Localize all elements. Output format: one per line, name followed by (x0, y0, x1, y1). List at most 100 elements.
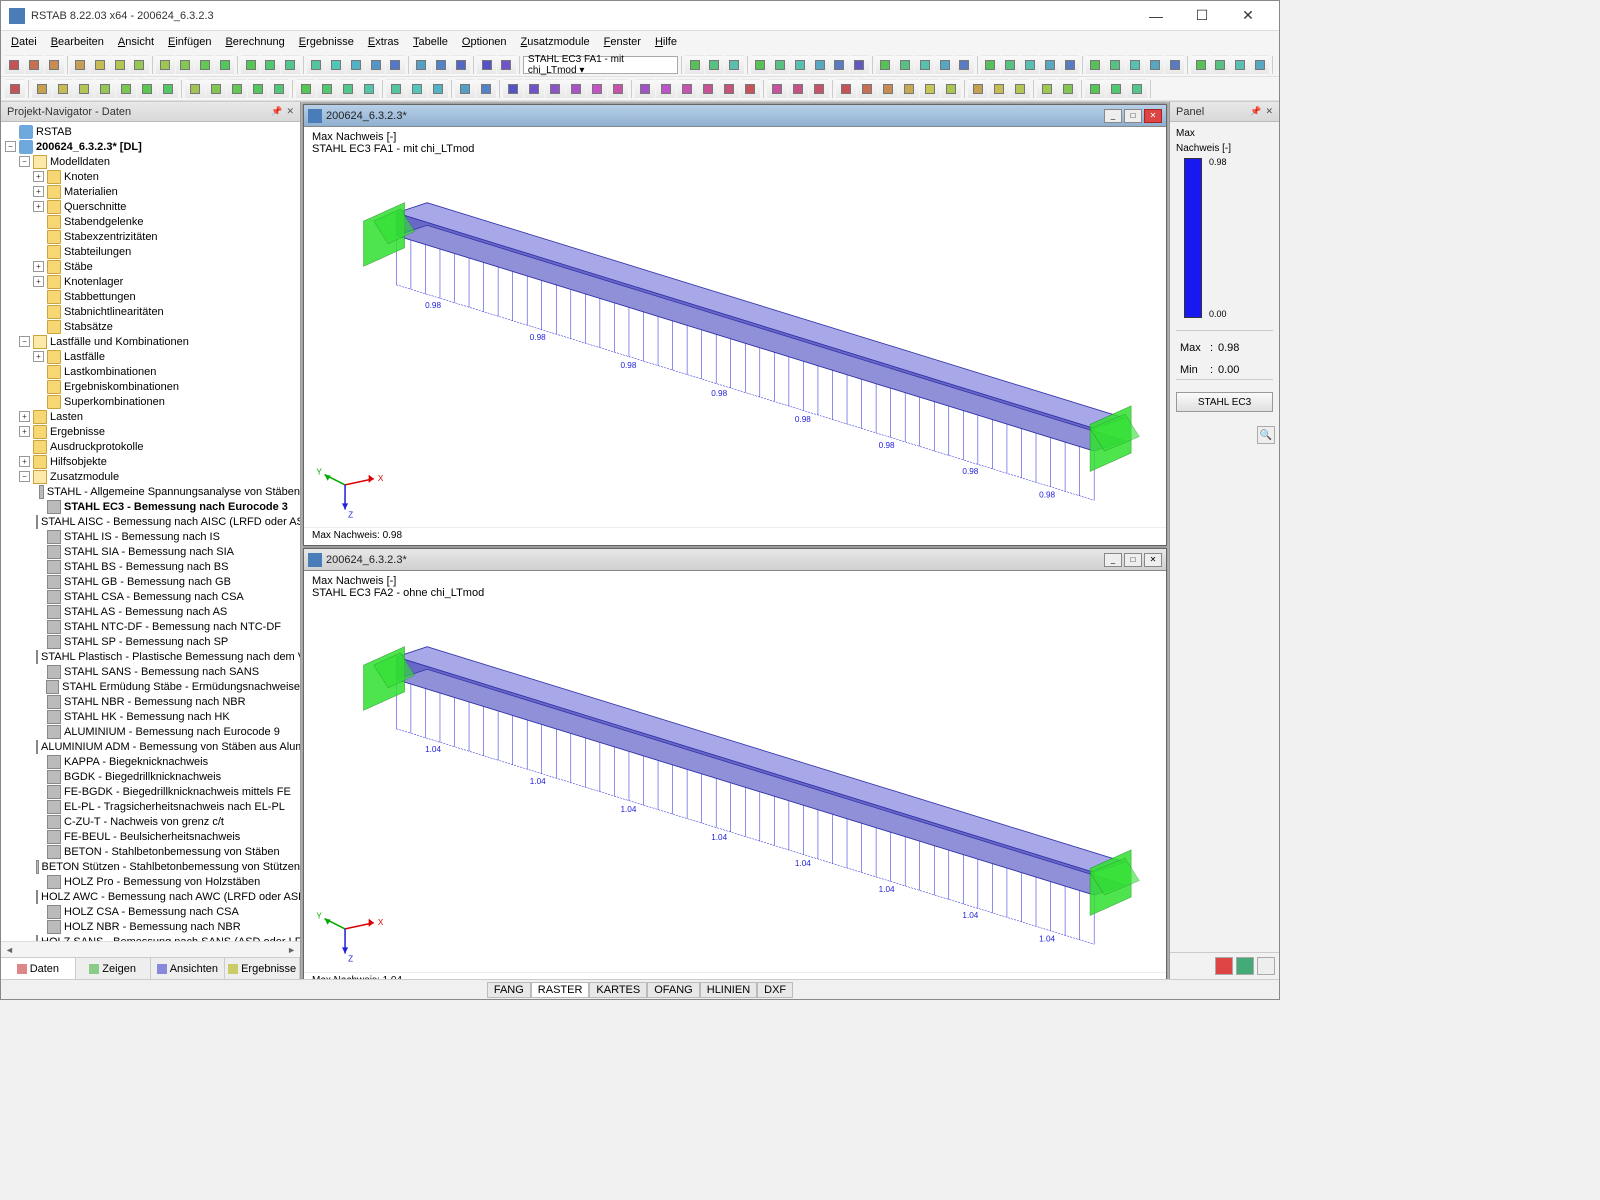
nav-tab-daten[interactable]: Daten (1, 958, 76, 979)
toolbar-button[interactable] (476, 79, 496, 99)
tree-node[interactable]: −200624_6.3.2.3* [DL] (1, 139, 300, 154)
3d-canvas[interactable]: 0.980.980.980.980.980.980.980.98XYZ (304, 155, 1166, 527)
tree-node[interactable]: Stabbettungen (1, 289, 300, 304)
toolbar-button[interactable] (1191, 55, 1210, 75)
tree-node[interactable]: Ausdruckprotokolle (1, 439, 300, 454)
toolbar-button[interactable] (428, 79, 448, 99)
tree-node[interactable]: Ergebniskombinationen (1, 379, 300, 394)
toolbar-button[interactable] (296, 79, 316, 99)
3d-canvas[interactable]: 1.041.041.041.041.041.041.041.04XYZ (304, 599, 1166, 971)
menu-fenster[interactable]: Fenster (598, 34, 647, 50)
view-close-button[interactable]: ✕ (1144, 553, 1162, 567)
tree-node[interactable]: Stabendgelenke (1, 214, 300, 229)
toolbar-button[interactable] (366, 55, 385, 75)
toolbar-button[interactable] (981, 55, 1000, 75)
tree-node[interactable]: +Querschnitte (1, 199, 300, 214)
tree-node[interactable]: STAHL BS - Bemessung nach BS (1, 559, 300, 574)
toolbar-button[interactable] (176, 55, 195, 75)
toolbar-button[interactable] (915, 55, 934, 75)
tree-node[interactable]: STAHL HK - Bemessung nach HK (1, 709, 300, 724)
toolbar-button[interactable] (857, 79, 877, 99)
toolbar-button[interactable] (920, 79, 940, 99)
toolbar-button[interactable] (95, 79, 115, 99)
toolbar-button[interactable] (1211, 55, 1230, 75)
menu-datei[interactable]: Datei (5, 34, 43, 50)
toolbar-button[interactable] (1040, 55, 1059, 75)
tree-node[interactable]: +Knotenlager (1, 274, 300, 289)
tree-node[interactable]: FE-BEUL - Beulsicherheitsnachweis (1, 829, 300, 844)
toolbar-button[interactable] (1085, 79, 1105, 99)
toolbar-button[interactable] (432, 55, 451, 75)
tree-node[interactable]: −Lastfälle und Kombinationen (1, 334, 300, 349)
navigator-tree[interactable]: RSTAB−200624_6.3.2.3* [DL]−Modelldaten+K… (1, 122, 300, 941)
tree-node[interactable]: STAHL SANS - Bemessung nach SANS (1, 664, 300, 679)
tree-node[interactable]: +Ergebnisse (1, 424, 300, 439)
toolbar-button[interactable] (227, 79, 247, 99)
toolbar-button[interactable] (1106, 55, 1125, 75)
toolbar-button[interactable] (25, 55, 44, 75)
toolbar-button[interactable] (386, 79, 406, 99)
tree-node[interactable]: STAHL IS - Bemessung nach IS (1, 529, 300, 544)
toolbar-button[interactable] (45, 55, 64, 75)
tree-node[interactable]: Stabteilungen (1, 244, 300, 259)
toolbar-button[interactable] (1058, 79, 1078, 99)
nav-tab-ergebnisse[interactable]: Ergebnisse (225, 958, 300, 979)
toolbar-button[interactable] (705, 55, 724, 75)
tree-node[interactable]: STAHL - Allgemeine Spannungsanalyse von … (1, 484, 300, 499)
toolbar-button[interactable] (968, 79, 988, 99)
toolbar-button[interactable] (110, 55, 129, 75)
nav-tab-ansichten[interactable]: Ansichten (151, 958, 226, 979)
tree-node[interactable]: STAHL AISC - Bemessung nach AISC (LRFD o… (1, 514, 300, 529)
view-max-button[interactable]: □ (1124, 553, 1142, 567)
toolbar-button[interactable] (635, 79, 655, 99)
toolbar-button[interactable] (725, 55, 744, 75)
toolbar-button[interactable] (935, 55, 954, 75)
toolbar-button[interactable] (1020, 55, 1039, 75)
toolbar-button[interactable] (477, 55, 496, 75)
tree-node[interactable]: ALUMINIUM - Bemessung nach Eurocode 9 (1, 724, 300, 739)
menu-hilfe[interactable]: Hilfe (649, 34, 683, 50)
toolbar-button[interactable] (326, 55, 345, 75)
tree-node[interactable]: STAHL EC3 - Bemessung nach Eurocode 3 (1, 499, 300, 514)
menu-ansicht[interactable]: Ansicht (112, 34, 160, 50)
menu-einfügen[interactable]: Einfügen (162, 34, 217, 50)
tree-node[interactable]: STAHL SIA - Bemessung nach SIA (1, 544, 300, 559)
toolbar-button[interactable] (1037, 79, 1057, 99)
tree-node[interactable]: +Materialien (1, 184, 300, 199)
toolbar-button[interactable] (451, 55, 470, 75)
toolbar-button[interactable] (698, 79, 718, 99)
tree-node[interactable]: +Lasten (1, 409, 300, 424)
status-tab-ofang[interactable]: OFANG (647, 982, 700, 998)
toolbar-button[interactable] (1127, 79, 1147, 99)
toolbar-button[interactable] (899, 79, 919, 99)
toolbar-button[interactable] (359, 79, 379, 99)
toolbar-button[interactable] (206, 79, 226, 99)
tree-node[interactable]: BETON - Stahlbetonbemessung von Stäben (1, 844, 300, 859)
toolbar-button[interactable] (248, 79, 268, 99)
view-min-button[interactable]: _ (1104, 109, 1122, 123)
tree-node[interactable]: BGDK - Biegedrillknicknachweis (1, 769, 300, 784)
toolbar-button[interactable] (677, 79, 697, 99)
toolbar-button[interactable] (788, 79, 808, 99)
toolbar-button[interactable] (130, 55, 149, 75)
toolbar-button[interactable] (497, 55, 516, 75)
toolbar-button[interactable] (215, 55, 234, 75)
status-tab-raster[interactable]: RASTER (531, 982, 590, 998)
toolbar-button[interactable] (587, 79, 607, 99)
pin-icon[interactable]: 📌 (271, 106, 282, 117)
toolbar-button[interactable] (850, 55, 869, 75)
toolbar-button[interactable] (503, 79, 523, 99)
toolbar-button[interactable] (1165, 55, 1184, 75)
tree-node[interactable]: EL-PL - Tragsicherheitsnachweis nach EL-… (1, 799, 300, 814)
tree-node[interactable]: BETON Stützen - Stahlbetonbemessung von … (1, 859, 300, 874)
toolbar-button[interactable] (386, 55, 405, 75)
toolbar-button[interactable] (1010, 79, 1030, 99)
toolbar-button[interactable] (241, 55, 260, 75)
tree-node[interactable]: −Zusatzmodule (1, 469, 300, 484)
toolbar-button[interactable] (116, 79, 136, 99)
toolbar-case-combo[interactable]: STAHL EC3 FA1 - mit chi_LTmod ▾ (523, 56, 678, 74)
toolbar-button[interactable] (878, 79, 898, 99)
view-close-button[interactable]: ✕ (1144, 109, 1162, 123)
toolbar-button[interactable] (317, 79, 337, 99)
toolbar-button[interactable] (307, 55, 326, 75)
